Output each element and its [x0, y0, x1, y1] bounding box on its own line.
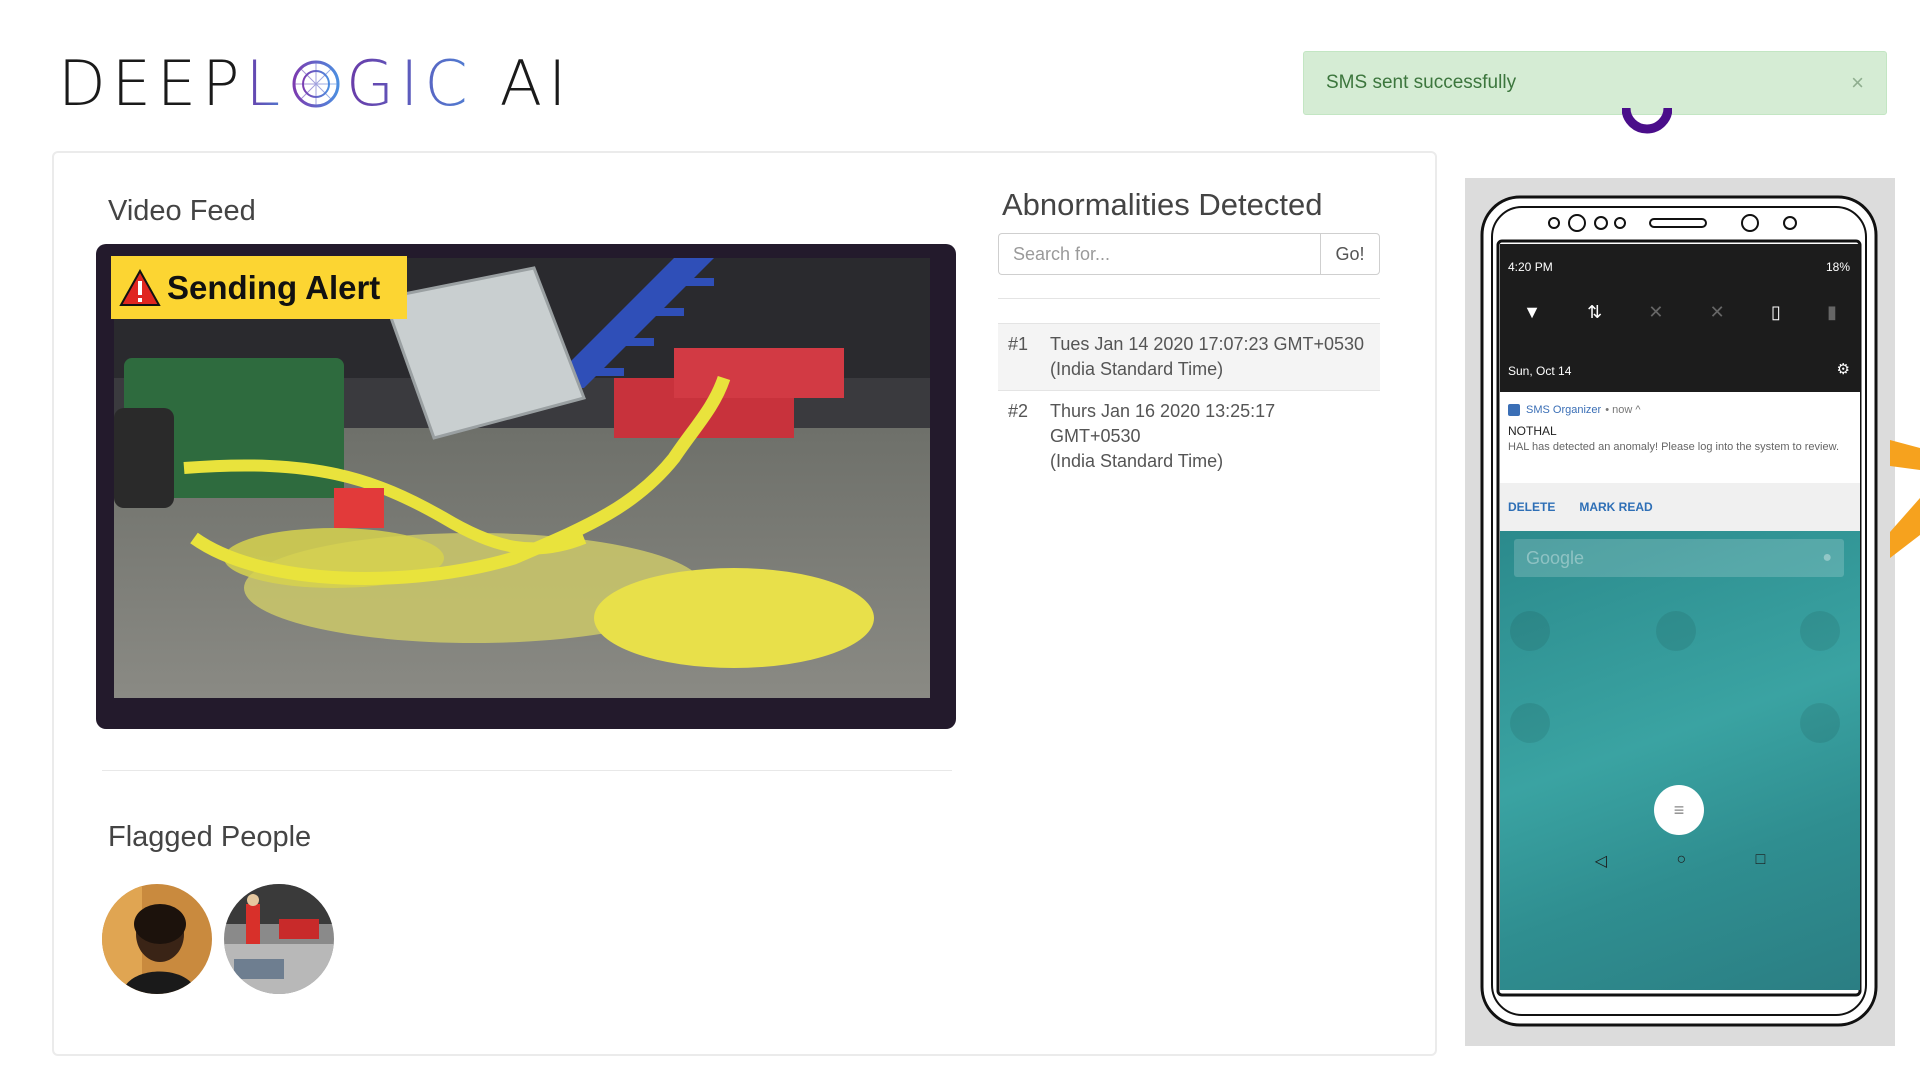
notification-app-name: SMS Organizer — [1526, 404, 1602, 416]
notification-actions: DELETE MARK READ — [1500, 483, 1860, 531]
flagged-people-list — [102, 884, 334, 994]
rotate-icon[interactable]: ▯ — [1771, 302, 1781, 323]
search-divider — [998, 298, 1380, 299]
item-timestamp: Thurs Jan 16 2020 13:25:17 GMT+0530 (Ind… — [1050, 399, 1370, 474]
google-search-bar[interactable]: Google ● — [1514, 539, 1844, 577]
avatar[interactable] — [102, 884, 212, 994]
brand-logo: DEEP L GIC AI — [58, 47, 573, 120]
logo-text-deep: DEEP — [58, 47, 246, 120]
main-panel: Video Feed Sending Alert Abnormalities D… — [52, 151, 1437, 1056]
phone-screen: 4:20 PM 18% ▼ ⇅ ✕ ✕ ▯ ▮ Sun, Oct 14 ⚙ SM… — [1500, 244, 1860, 990]
home-icon[interactable]: ○ — [1676, 851, 1686, 871]
video-frame-image — [114, 258, 930, 698]
item-timestamp-line2: (India Standard Time) — [1050, 451, 1224, 471]
recents-icon[interactable]: □ — [1756, 851, 1766, 871]
search-input[interactable] — [998, 233, 1320, 275]
data-icon[interactable]: ⇅ — [1587, 302, 1602, 323]
gear-icon[interactable]: ⚙ — [1837, 360, 1850, 378]
wifi-icon[interactable]: ▼ — [1523, 302, 1541, 323]
item-number: #1 — [1008, 334, 1029, 354]
telegram-icon[interactable] — [1656, 611, 1696, 651]
sms-app-icon — [1508, 404, 1520, 416]
home-screen: Google ● ≡ ◁ ○ □ — [1500, 531, 1860, 990]
mark-read-button[interactable]: MARK READ — [1579, 500, 1652, 514]
item-timestamp: Tues Jan 14 2020 17:07:23 GMT+0530 (Indi… — [1050, 332, 1364, 382]
video-feed-title: Video Feed — [108, 195, 256, 227]
app-root: DEEP L GIC AI SMS sent successfully × Vi… — [0, 0, 1920, 1080]
sms-notification[interactable]: SMS Organizer • now ^ NOTHAL HAL has det… — [1500, 392, 1860, 483]
section-divider — [102, 770, 952, 771]
loading-spinner-icon — [1622, 107, 1672, 134]
go-button[interactable]: Go! — [1320, 233, 1380, 275]
item-timestamp-line2: (India Standard Time) — [1050, 359, 1224, 379]
back-icon[interactable]: ◁ — [1595, 851, 1607, 871]
item-number: #2 — [1008, 401, 1029, 421]
notification-app-row: SMS Organizer • now ^ — [1508, 404, 1641, 416]
google-label: Google — [1526, 547, 1585, 568]
item-timestamp-line1: Tues Jan 14 2020 17:07:23 GMT+0530 — [1050, 334, 1365, 354]
status-date: Sun, Oct 14 — [1508, 364, 1572, 378]
item-timestamp-line1: Thurs Jan 16 2020 13:25:17 GMT+0530 — [1050, 401, 1276, 446]
abnormalities-list: #1 Tues Jan 14 2020 17:07:23 GMT+0530 (I… — [998, 323, 1380, 482]
nav-bar: ◁ ○ □ — [1500, 851, 1860, 871]
list-item[interactable]: #1 Tues Jan 14 2020 17:07:23 GMT+0530 (I… — [998, 323, 1380, 390]
app-drawer-button[interactable]: ≡ — [1654, 785, 1704, 835]
video-feed[interactable]: Sending Alert — [96, 244, 956, 729]
notification-title: NOTHAL — [1508, 424, 1557, 438]
mic-icon[interactable]: ● — [1822, 549, 1832, 567]
toast-message: SMS sent successfully — [1326, 72, 1517, 93]
facebook-icon[interactable] — [1800, 611, 1840, 651]
warning-icon — [119, 268, 161, 306]
flagged-people-title: Flagged People — [108, 821, 312, 853]
abnormality-search: Go! — [998, 233, 1380, 275]
sending-alert-badge: Sending Alert — [111, 256, 407, 319]
whatsapp-icon[interactable] — [1510, 611, 1550, 651]
alert-text: Sending Alert — [167, 268, 381, 306]
toast-close-icon[interactable]: × — [1851, 70, 1864, 96]
logo-text-l: L — [245, 47, 287, 120]
logo-ring-icon — [292, 60, 340, 108]
logo-text-ai: AI — [499, 47, 573, 120]
sms-success-toast: SMS sent successfully × — [1303, 51, 1887, 115]
notification-body: HAL has detected an anomaly! Please log … — [1508, 441, 1839, 453]
quick-settings: ▼ ⇅ ✕ ✕ ▯ ▮ — [1500, 302, 1860, 323]
notification-shade: 4:20 PM 18% ▼ ⇅ ✕ ✕ ▯ ▮ Sun, Oct 14 ⚙ — [1500, 244, 1860, 392]
logo-text-gic: GIC — [346, 47, 474, 120]
list-item[interactable]: #2 Thurs Jan 16 2020 13:25:17 GMT+0530 (… — [998, 390, 1380, 482]
status-battery: 18% — [1825, 260, 1850, 274]
notification-meta: • now ^ — [1605, 404, 1641, 416]
mx-player-icon[interactable] — [1510, 703, 1550, 743]
abnormalities-title: Abnormalities Detected — [1002, 187, 1323, 222]
decorative-shape — [1890, 440, 1920, 558]
bluetooth-icon[interactable]: ✕ — [1648, 302, 1663, 323]
status-time: 4:20 PM — [1508, 260, 1553, 274]
flashlight-icon[interactable]: ✕ — [1710, 302, 1725, 323]
avatar[interactable] — [224, 884, 334, 994]
delete-button[interactable]: DELETE — [1508, 500, 1555, 514]
battery-saver-icon[interactable]: ▮ — [1827, 302, 1837, 323]
settings-icon[interactable] — [1800, 703, 1840, 743]
